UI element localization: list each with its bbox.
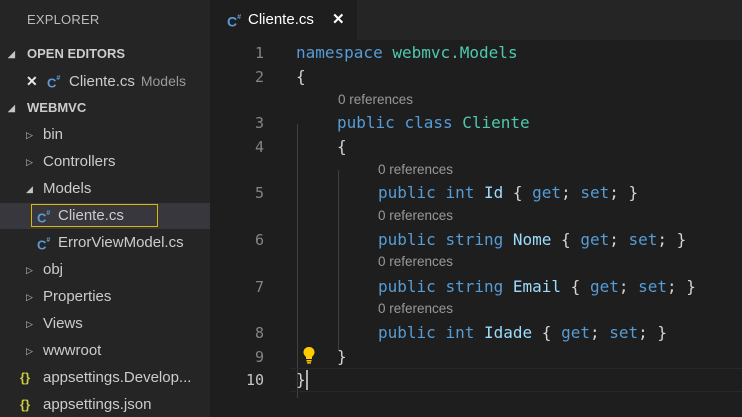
code-line: public class Cliente xyxy=(337,113,530,132)
chevron-down-icon: ◢ xyxy=(26,184,33,194)
code-line: namespace webmvc.Models xyxy=(296,43,518,62)
code-line: { xyxy=(337,137,347,156)
csharp-file-icon: C# xyxy=(227,13,242,30)
lightbulb-icon[interactable] xyxy=(302,345,316,365)
chevron-down-icon: ◢ xyxy=(8,103,15,113)
open-editors-header[interactable]: ◢ OPEN EDITORS xyxy=(0,41,210,67)
code-lens-references[interactable]: 0 references xyxy=(338,90,413,110)
code-line: public int Id { get; set; } xyxy=(378,183,639,202)
text-cursor xyxy=(306,370,308,390)
tree-file-appsettings-dev[interactable]: {} appsettings.Develop... xyxy=(0,365,210,391)
line-number: 9 xyxy=(254,348,264,366)
open-editor-folder: Models xyxy=(140,73,186,89)
line-number: 8 xyxy=(254,324,264,342)
code-line: public int Idade { get; set; } xyxy=(378,323,668,342)
tab-cliente[interactable]: C# Cliente.cs ✕ xyxy=(210,0,357,40)
tree-folder-bin[interactable]: ▷ bin xyxy=(0,122,210,148)
json-file-icon: {} xyxy=(20,370,31,385)
tree-folder-views[interactable]: ▷ Views xyxy=(0,311,210,337)
explorer-sidebar: EXPLORER ◢ OPEN EDITORS ✕ C# Cliente.cs M… xyxy=(0,0,210,417)
editor-tab-bar: C# Cliente.cs ✕ xyxy=(210,0,742,40)
chevron-right-icon: ▷ xyxy=(26,130,33,140)
line-number: 3 xyxy=(254,114,264,132)
indent-guide xyxy=(297,124,298,398)
tree-file-cliente[interactable]: C# Cliente.cs xyxy=(0,203,210,229)
tree-file-appsettings[interactable]: {} appsettings.json xyxy=(0,392,210,417)
chevron-right-icon: ▷ xyxy=(26,292,33,302)
open-editor-item[interactable]: ✕ C# Cliente.cs Models xyxy=(0,68,210,94)
csharp-file-icon: C# xyxy=(37,210,51,226)
code-lens-references[interactable]: 0 references xyxy=(378,206,453,226)
tree-folder-obj[interactable]: ▷ obj xyxy=(0,257,210,283)
line-number: 2 xyxy=(254,68,264,86)
line-number: 1 xyxy=(254,44,264,62)
json-file-icon: {} xyxy=(20,397,31,412)
tree-folder-properties[interactable]: ▷ Properties xyxy=(0,284,210,310)
tree-folder-wwwroot[interactable]: ▷ wwwroot xyxy=(0,338,210,364)
code-editor[interactable]: 1 2 3 4 5 6 7 8 9 10 0 references 0 refe… xyxy=(210,40,742,417)
sidebar-title: EXPLORER xyxy=(27,12,100,27)
code-lens-references[interactable]: 0 references xyxy=(378,299,453,319)
close-icon[interactable]: ✕ xyxy=(26,68,38,94)
close-icon[interactable]: ✕ xyxy=(332,0,345,40)
code-line: public string Email { get; set; } xyxy=(378,277,696,296)
code-line: } xyxy=(296,370,306,389)
chevron-down-icon: ◢ xyxy=(8,49,15,59)
line-number: 5 xyxy=(254,184,264,202)
tab-label: Cliente.cs xyxy=(248,11,314,28)
tree-folder-models[interactable]: ◢ Models xyxy=(0,176,210,202)
chevron-right-icon: ▷ xyxy=(26,265,33,275)
code-line: public string Nome { get; set; } xyxy=(378,230,687,249)
csharp-file-icon: C# xyxy=(47,75,61,91)
code-lens-references[interactable]: 0 references xyxy=(378,160,453,180)
code-line: } xyxy=(337,347,347,366)
line-number: 6 xyxy=(254,231,264,249)
line-number: 4 xyxy=(254,138,264,156)
open-editor-filename: Cliente.cs xyxy=(69,73,135,90)
chevron-right-icon: ▷ xyxy=(26,157,33,167)
project-header[interactable]: ◢ WEBMVC xyxy=(0,95,210,121)
tree-folder-controllers[interactable]: ▷ Controllers xyxy=(0,149,210,175)
chevron-right-icon: ▷ xyxy=(26,319,33,329)
tree-file-errorviewmodel[interactable]: C# ErrorViewModel.cs xyxy=(0,230,210,256)
code-line: { xyxy=(296,67,306,86)
line-number: 7 xyxy=(254,278,264,296)
indent-guide xyxy=(338,170,339,350)
code-lens-references[interactable]: 0 references xyxy=(378,252,453,272)
line-number: 10 xyxy=(245,371,264,389)
csharp-file-icon: C# xyxy=(37,237,51,253)
chevron-right-icon: ▷ xyxy=(26,346,33,356)
current-line-highlight xyxy=(290,368,742,392)
